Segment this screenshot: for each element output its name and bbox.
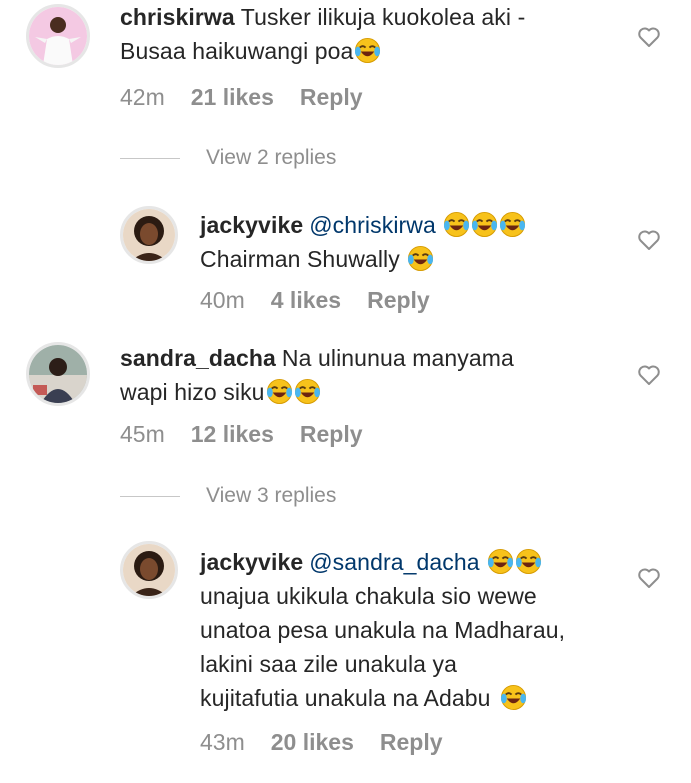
face-with-tears-of-joy-icon: [499, 211, 525, 238]
comment-time: 42m: [120, 84, 165, 110]
face-with-tears-of-joy-icon: [443, 211, 469, 238]
divider: [120, 495, 180, 497]
likes-count[interactable]: 21 likes: [191, 84, 274, 110]
comment-username[interactable]: sandra_dacha: [120, 345, 276, 371]
comment-text: sandra_dacha Na ulinunua manyama wapi hiz…: [120, 345, 514, 405]
mention-link[interactable]: @chriskirwa: [309, 212, 436, 238]
likes-count[interactable]: 20 likes: [271, 729, 354, 755]
comment-username[interactable]: jackyvike: [200, 212, 303, 238]
face-with-tears-of-joy-icon: [294, 378, 320, 405]
face-with-tears-of-joy-icon: [266, 378, 292, 405]
comment-meta: 40m 4 likes Reply: [200, 285, 456, 315]
comment-meta: 42m 21 likes Reply: [120, 82, 389, 112]
reply-button[interactable]: Reply: [380, 729, 443, 755]
reply-button[interactable]: Reply: [367, 287, 430, 313]
mention-link[interactable]: @sandra_dacha: [309, 549, 479, 575]
comment-text: jackyvike @sandra_dacha unajua ukikula ch…: [200, 548, 566, 711]
comment-meta: 43m 20 likes Reply: [200, 727, 469, 757]
face-with-tears-of-joy-icon: [407, 245, 433, 272]
comment-time: 43m: [200, 729, 245, 755]
heart-outline-icon[interactable]: [637, 26, 661, 48]
comment-username[interactable]: jackyvike: [200, 549, 303, 575]
heart-outline-icon[interactable]: [637, 364, 661, 386]
heart-outline-icon[interactable]: [637, 567, 661, 589]
comment-meta: 45m 12 likes Reply: [120, 419, 389, 449]
avatar[interactable]: [120, 541, 178, 599]
comment-time: 40m: [200, 287, 245, 313]
avatar[interactable]: [120, 206, 178, 264]
comment-text: chriskirwa Tusker ilikuja kuokolea aki - …: [120, 4, 526, 64]
face-with-tears-of-joy-icon: [515, 548, 541, 575]
face-with-tears-of-joy-icon: [500, 684, 526, 711]
avatar[interactable]: [26, 4, 90, 68]
face-with-tears-of-joy-icon: [487, 548, 513, 575]
heart-outline-icon[interactable]: [637, 229, 661, 251]
comment-time: 45m: [120, 421, 165, 447]
face-with-tears-of-joy-icon: [355, 37, 381, 64]
view-replies-button[interactable]: View 2 replies: [120, 146, 336, 170]
comment-text: jackyvike @chriskirwa Chairman Shuwally: [200, 208, 620, 276]
avatar[interactable]: [26, 342, 90, 406]
reply-button[interactable]: Reply: [300, 84, 363, 110]
view-replies-button[interactable]: View 3 replies: [120, 484, 336, 508]
divider: [120, 157, 180, 159]
likes-count[interactable]: 4 likes: [271, 287, 341, 313]
face-with-tears-of-joy-icon: [471, 211, 497, 238]
reply-button[interactable]: Reply: [300, 421, 363, 447]
comment-username[interactable]: chriskirwa: [120, 4, 235, 30]
likes-count[interactable]: 12 likes: [191, 421, 274, 447]
